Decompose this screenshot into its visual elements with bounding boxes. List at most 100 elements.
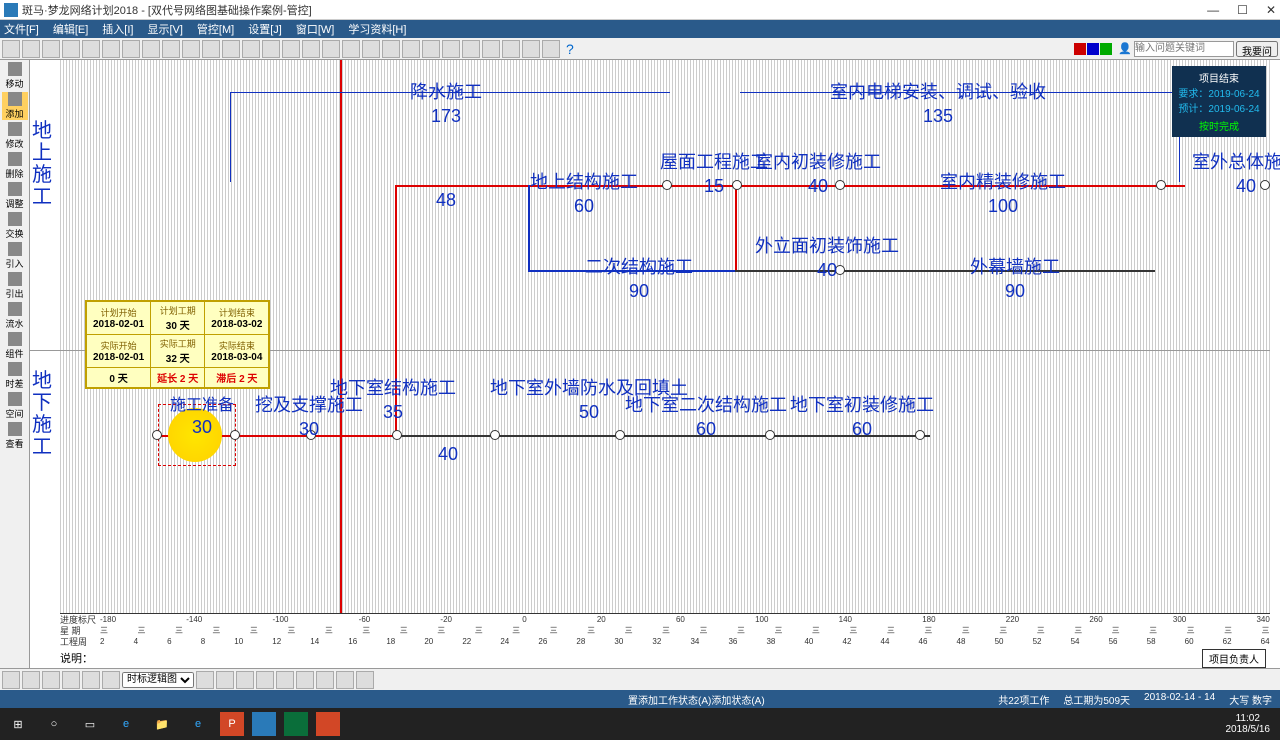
- bb-9[interactable]: [236, 671, 254, 689]
- sidebar-时差[interactable]: 时差: [2, 362, 28, 390]
- task-二次结构施工[interactable]: 二次结构施工90: [585, 253, 693, 302]
- start-button[interactable]: ⊞: [4, 712, 32, 736]
- menu-help[interactable]: 学习资料[H]: [348, 21, 406, 37]
- tool-c[interactable]: [222, 40, 240, 58]
- tool-redo[interactable]: [162, 40, 180, 58]
- cortana-icon[interactable]: ○: [40, 712, 68, 736]
- sidebar-流水[interactable]: 流水: [2, 302, 28, 330]
- powerpoint-icon[interactable]: P: [220, 712, 244, 736]
- task-降水施工[interactable]: 降水施工173: [410, 78, 482, 127]
- tool-zoom-in[interactable]: [382, 40, 400, 58]
- bb-5[interactable]: [82, 671, 100, 689]
- tool-new[interactable]: [2, 40, 20, 58]
- menu-window[interactable]: 窗口[W]: [296, 21, 335, 37]
- menu-control[interactable]: 管控[M]: [197, 21, 234, 37]
- tool-k[interactable]: [442, 40, 460, 58]
- sidebar-空间[interactable]: 空间: [2, 392, 28, 420]
- bb-7[interactable]: [196, 671, 214, 689]
- task-室外总体施工[interactable]: 室外总体施工40: [1192, 148, 1280, 197]
- tool-l[interactable]: [462, 40, 480, 58]
- node[interactable]: [392, 430, 402, 440]
- menu-edit[interactable]: 编辑[E]: [53, 21, 88, 37]
- tool-undo[interactable]: [142, 40, 160, 58]
- sidebar-组件[interactable]: 组件: [2, 332, 28, 360]
- bb-8[interactable]: [216, 671, 234, 689]
- tool-o[interactable]: [522, 40, 540, 58]
- tool-chart[interactable]: [542, 40, 560, 58]
- task-屋面工程施工[interactable]: 屋面工程施工15: [660, 148, 768, 197]
- sidebar-删除[interactable]: 删除: [2, 152, 28, 180]
- app3-icon[interactable]: [316, 712, 340, 736]
- sidebar-交换[interactable]: 交换: [2, 212, 28, 240]
- app2-icon[interactable]: [284, 712, 308, 736]
- search-input[interactable]: [1134, 41, 1234, 57]
- menu-insert[interactable]: 插入[I]: [102, 21, 133, 37]
- tool-save[interactable]: [42, 40, 60, 58]
- bb-3[interactable]: [42, 671, 60, 689]
- task-48[interactable]: 48: [436, 190, 456, 211]
- task-地下室结构施工[interactable]: 地下室结构施工35: [330, 374, 456, 423]
- ie-icon[interactable]: e: [184, 712, 212, 736]
- swatch-blue[interactable]: [1087, 43, 1099, 55]
- maximize-button[interactable]: ☐: [1237, 3, 1248, 17]
- sidebar-引入[interactable]: 引入: [2, 242, 28, 270]
- bb-10[interactable]: [256, 671, 274, 689]
- tool-fit[interactable]: [422, 40, 440, 58]
- bb-6[interactable]: [102, 671, 120, 689]
- tool-m[interactable]: [482, 40, 500, 58]
- search-button[interactable]: 我要问: [1236, 41, 1278, 57]
- task-地上结构施工[interactable]: 地上结构施工60: [530, 168, 638, 217]
- node[interactable]: [1156, 180, 1166, 190]
- swatch-green[interactable]: [1100, 43, 1112, 55]
- explorer-icon[interactable]: 📁: [148, 712, 176, 736]
- node[interactable]: [490, 430, 500, 440]
- view-select[interactable]: 时标逻辑图: [122, 672, 194, 688]
- bb-15[interactable]: [356, 671, 374, 689]
- tool-g[interactable]: [302, 40, 320, 58]
- tool-cut[interactable]: [82, 40, 100, 58]
- tool-copy[interactable]: [102, 40, 120, 58]
- swatch-red[interactable]: [1074, 43, 1086, 55]
- task-室内精装修施工[interactable]: 室内精装修施工100: [940, 168, 1066, 217]
- taskview-icon[interactable]: ▭: [76, 712, 104, 736]
- menu-file[interactable]: 文件[F]: [4, 21, 39, 37]
- tool-h[interactable]: [322, 40, 340, 58]
- sidebar-查看[interactable]: 查看: [2, 422, 28, 450]
- bb-11[interactable]: [276, 671, 294, 689]
- task-地下室初装修施工[interactable]: 地下室初装修施工60: [790, 391, 934, 440]
- bb-4[interactable]: [62, 671, 80, 689]
- tool-print[interactable]: [62, 40, 80, 58]
- task-外幕墙施工[interactable]: 外幕墙施工90: [970, 253, 1060, 302]
- tool-zoom-out[interactable]: [402, 40, 420, 58]
- tool-d[interactable]: [242, 40, 260, 58]
- task-室内初装修施工[interactable]: 室内初装修施工40: [755, 148, 881, 197]
- tool-f[interactable]: [282, 40, 300, 58]
- tool-j[interactable]: [362, 40, 380, 58]
- bb-2[interactable]: [22, 671, 40, 689]
- sidebar-移动[interactable]: 移动: [2, 62, 28, 90]
- task-地下室二次结构施工[interactable]: 地下室二次结构施工60: [625, 391, 787, 440]
- bb-1[interactable]: [2, 671, 20, 689]
- bb-14[interactable]: [336, 671, 354, 689]
- app-taskbar-icon[interactable]: [252, 712, 276, 736]
- tool-n[interactable]: [502, 40, 520, 58]
- task-40[interactable]: 40: [438, 444, 458, 465]
- tool-a[interactable]: [182, 40, 200, 58]
- task-施工准备[interactable]: 施工准备30: [170, 391, 234, 438]
- tray-clock[interactable]: 11:022018/5/16: [1226, 713, 1277, 735]
- help-icon[interactable]: ?: [566, 41, 574, 57]
- node[interactable]: [615, 430, 625, 440]
- sidebar-添加[interactable]: 添加: [2, 92, 28, 120]
- tool-e[interactable]: [262, 40, 280, 58]
- task-外立面初装饰施工[interactable]: 外立面初装饰施工40: [755, 232, 899, 281]
- sidebar-调整[interactable]: 调整: [2, 182, 28, 210]
- bb-12[interactable]: [296, 671, 314, 689]
- tool-paste[interactable]: [122, 40, 140, 58]
- tool-i[interactable]: [342, 40, 360, 58]
- bb-13[interactable]: [316, 671, 334, 689]
- close-button[interactable]: ✕: [1266, 3, 1276, 17]
- canvas[interactable]: 地上 施工 地下 施工 降水施工173屋面工程施工: [30, 60, 1280, 668]
- minimize-button[interactable]: —: [1207, 3, 1219, 17]
- menu-view[interactable]: 显示[V]: [147, 21, 182, 37]
- task-室内电梯安装、调试、验收[interactable]: 室内电梯安装、调试、验收135: [830, 78, 1046, 127]
